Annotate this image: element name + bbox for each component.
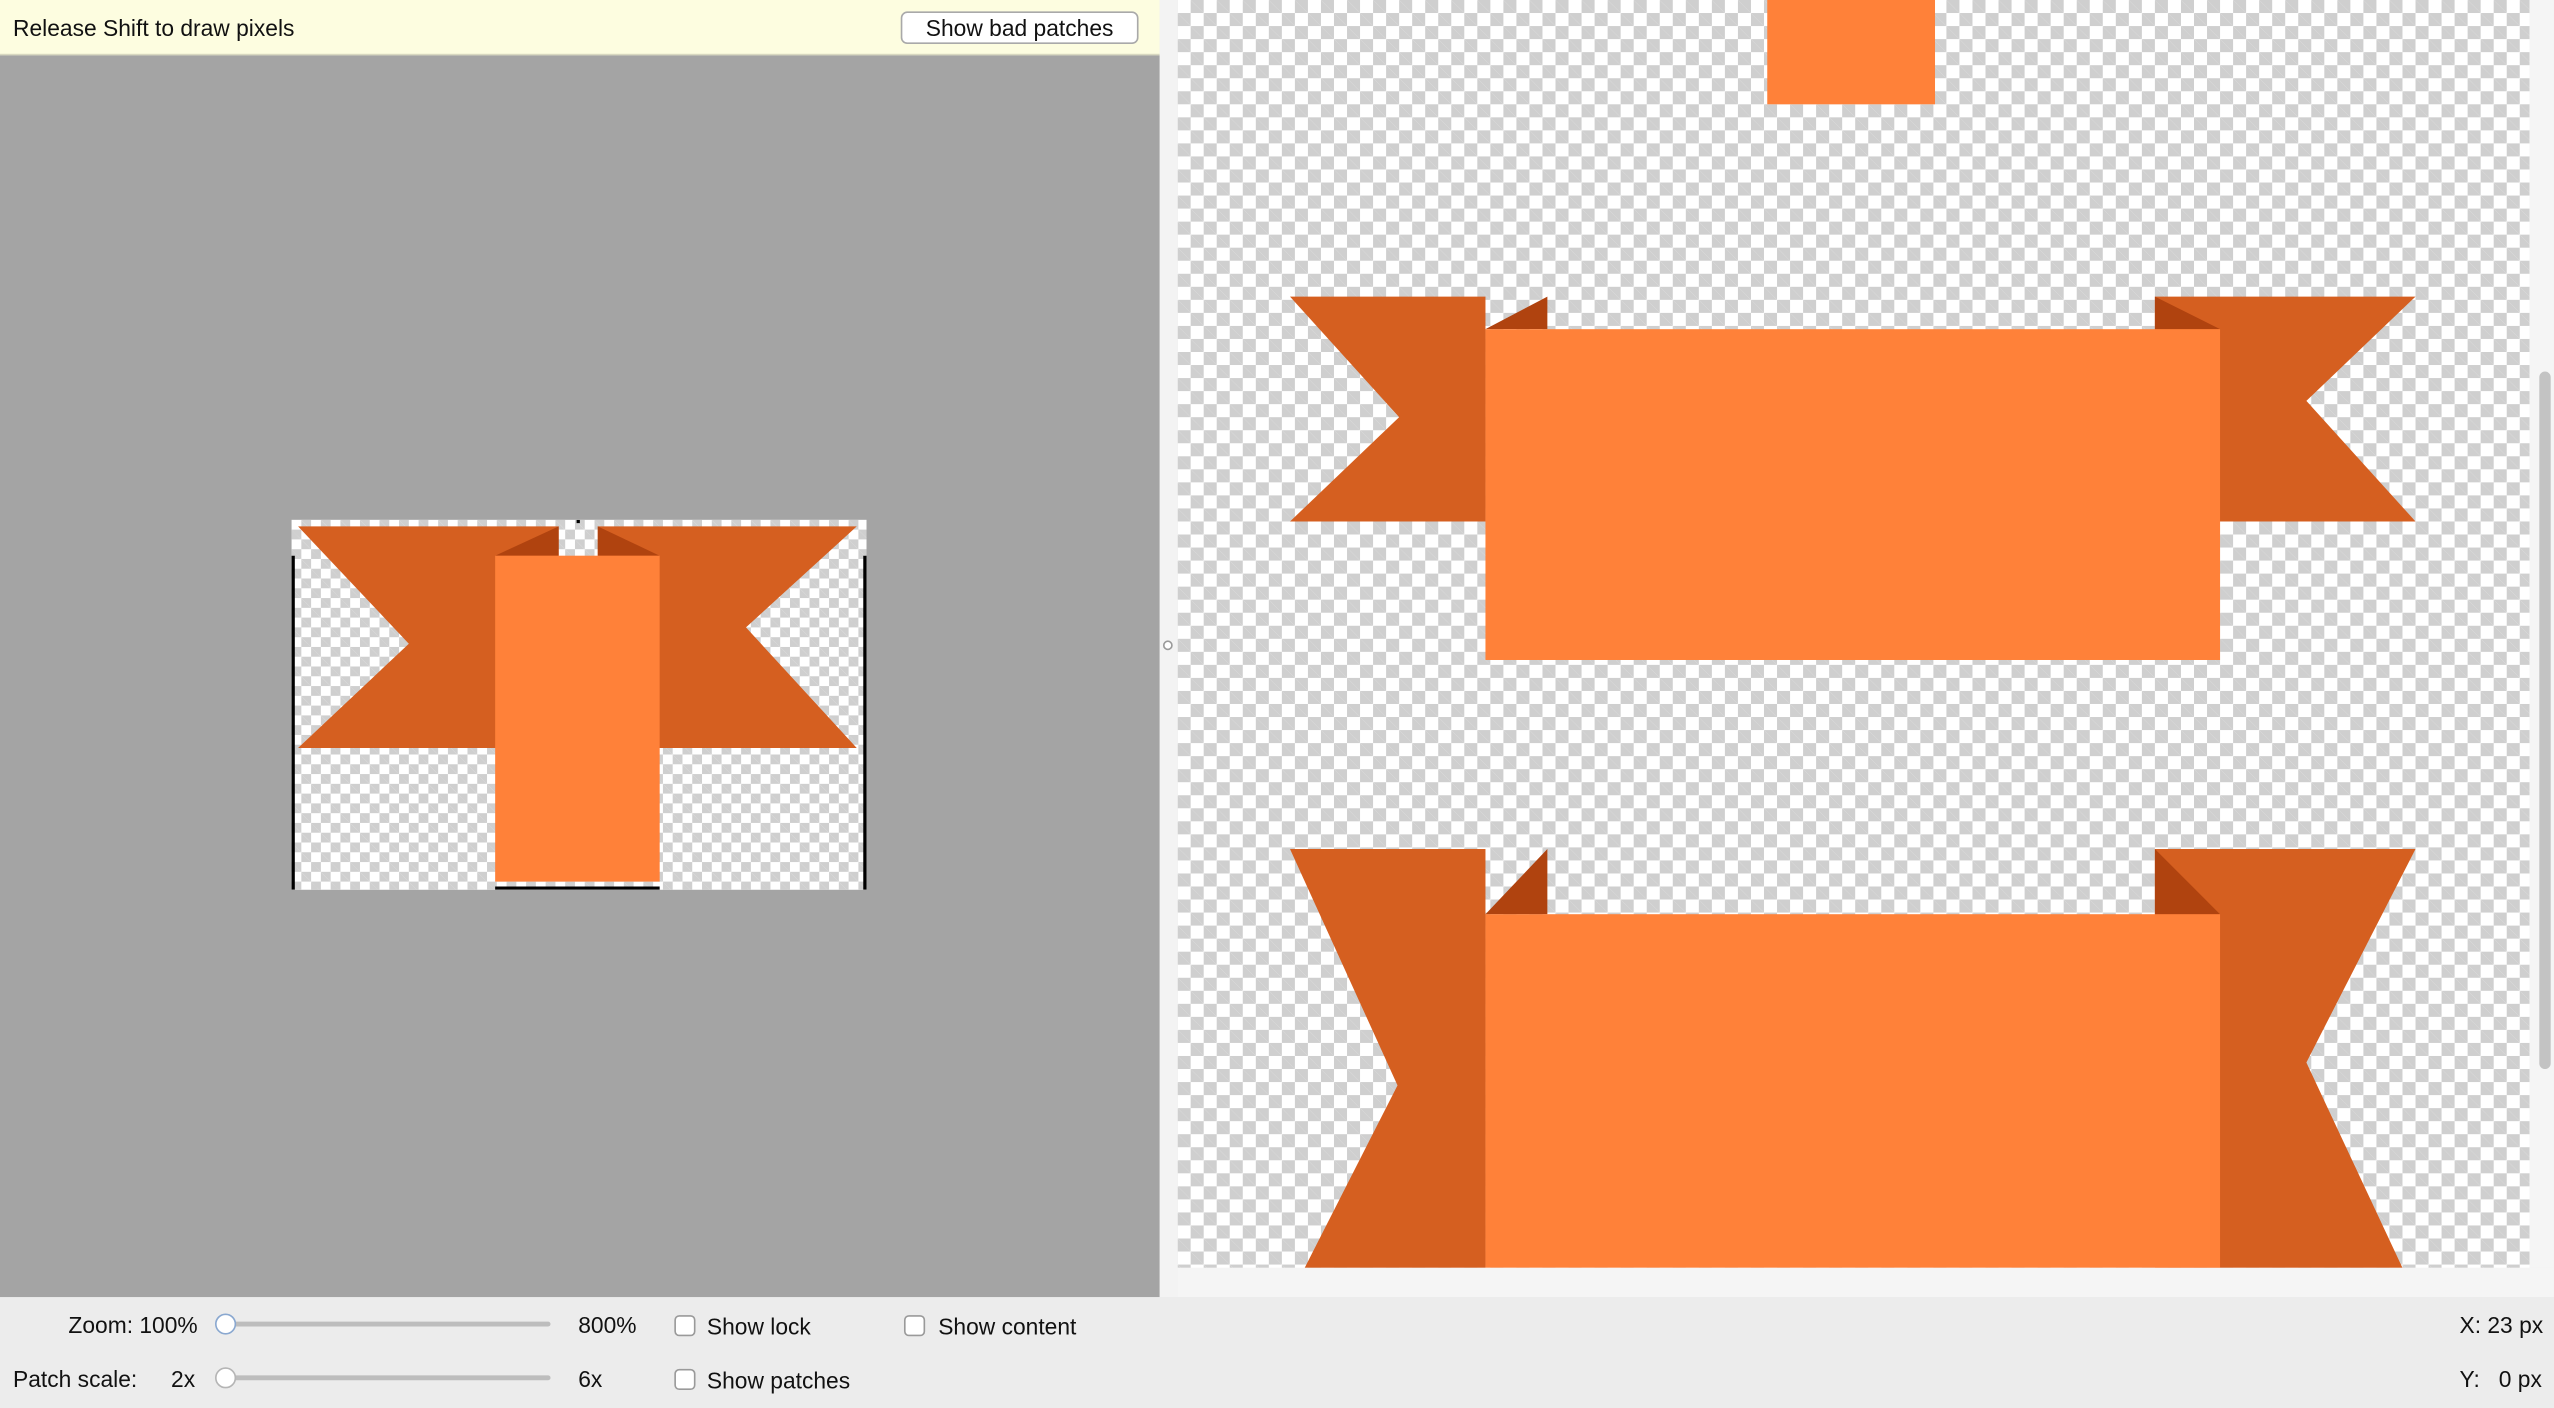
nine-patch-image[interactable] bbox=[291, 519, 867, 890]
preview-wide-left-tail bbox=[1290, 296, 1486, 522]
preview-bottom-strip bbox=[1177, 1267, 2554, 1298]
zoom-slider-knob[interactable] bbox=[215, 1313, 237, 1335]
patch-scale-max-label: 6x bbox=[578, 1365, 603, 1392]
show-content-checkbox[interactable] bbox=[903, 1315, 926, 1337]
splitter-handle[interactable] bbox=[1162, 640, 1173, 651]
show-lock-checkbox[interactable] bbox=[674, 1315, 696, 1337]
zoom-slider-track[interactable] bbox=[224, 1321, 551, 1327]
patch-scale-label: Patch scale: bbox=[13, 1365, 138, 1392]
hint-bar: Release Shift to draw pixels Show bad pa… bbox=[0, 0, 1160, 56]
preview-large-left-fold bbox=[1485, 849, 1548, 915]
show-bad-patches-button[interactable]: Show bad patches bbox=[900, 11, 1139, 44]
preview-large-band bbox=[1485, 914, 2221, 1268]
preview-panel bbox=[1177, 0, 2530, 1268]
x-coordinate-readout: X: 23 px bbox=[2459, 1311, 2544, 1338]
controls-panel: Zoom: 100% 800% Show lock Show content X… bbox=[0, 1297, 2554, 1408]
patch-scale-slider-knob[interactable] bbox=[215, 1367, 237, 1389]
ribbon-artwork bbox=[291, 519, 867, 890]
y-coordinate-readout: Y: 0 px bbox=[2459, 1365, 2542, 1392]
show-lock-label[interactable]: Show lock bbox=[707, 1313, 811, 1339]
editing-canvas[interactable] bbox=[0, 55, 1160, 1298]
show-content-label[interactable]: Show content bbox=[938, 1313, 1076, 1339]
patch-scale-min-label: 2x bbox=[171, 1365, 196, 1392]
zoom-max-label: 800% bbox=[578, 1311, 637, 1338]
ribbon-band bbox=[495, 555, 660, 882]
show-patches-label[interactable]: Show patches bbox=[707, 1367, 850, 1393]
preview-artwork bbox=[1290, 0, 2416, 1268]
preview-large-left-tail bbox=[1290, 849, 1486, 1268]
preview-wide-band bbox=[1485, 329, 2221, 660]
zoom-label: Zoom: 100% bbox=[68, 1311, 198, 1338]
preview-scrollbar-thumb[interactable] bbox=[2539, 371, 2551, 1070]
patch-scale-slider-track[interactable] bbox=[224, 1375, 551, 1381]
show-patches-checkbox[interactable] bbox=[674, 1368, 696, 1391]
preview-wide-left-fold bbox=[1485, 296, 1548, 330]
hint-text: Release Shift to draw pixels bbox=[13, 14, 295, 41]
preview-tall-band bbox=[1767, 0, 1936, 105]
